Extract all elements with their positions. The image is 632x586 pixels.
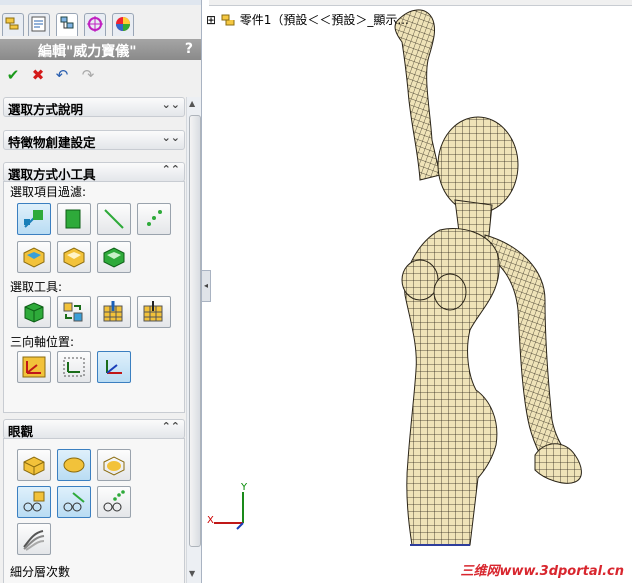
reference-triad [214,492,244,530]
section-selection-help-label: 選取方式說明 [8,102,84,117]
grid-down-arrow-icon [103,301,123,322]
section-display[interactable]: 眼觀 ⌃⌃ [3,419,185,439]
mesh-model-figure[interactable] [209,0,632,583]
triad-bounding-button[interactable] [57,351,91,383]
selection-filter-label: 選取項目過濾: [10,185,87,199]
tab-configuration-manager[interactable] [56,13,78,36]
feature-tree-icon [5,17,19,30]
section-feature-creation[interactable]: 特徵物創建設定 ⌄⌄ [3,130,185,150]
display-layers-button[interactable] [17,523,51,555]
solid-icon [63,247,85,268]
head [437,116,519,214]
display-box-smooth-mode-button[interactable] [97,449,131,481]
grow-selection-tool-button[interactable] [57,296,91,328]
face-icon [65,209,81,229]
feature-tree-entry[interactable]: ⊞ 零件1（預設＜＜預設＞_顯示... [206,11,409,28]
double-chevron-up-icon[interactable]: ⌃⌃ [162,420,180,433]
filter-body-button[interactable] [17,241,51,273]
glasses-vertex-icon [103,490,125,512]
section-feature-creation-label: 特徵物創建設定 [8,135,96,150]
layered-surface-icon [23,530,45,551]
smooth-blob-icon [63,457,85,473]
green-cube-icon [24,302,44,323]
vertex-edge-icon [24,210,43,228]
cancel-x-icon[interactable]: ✖ [29,66,47,84]
grid-arrows-icon [63,302,83,322]
graphics-viewport[interactable] [209,0,632,583]
display-box-mode-button[interactable] [17,449,51,481]
subdivision-level-label: 細分層次數 [10,565,71,579]
section-selection-help[interactable]: 選取方式說明 ⌄⌄ [3,97,185,117]
double-chevron-up-icon[interactable]: ⌃⌃ [162,163,180,176]
display-show-vertices-button[interactable] [17,486,51,518]
color-wheel-icon [116,17,130,31]
body-face-icon [23,247,45,268]
chest-left [401,259,439,301]
triad-box-icon [63,357,85,377]
triad-axes-icon [106,360,122,374]
collapse-arrow-icon: ◂ [203,281,208,290]
display-show-points-button[interactable] [97,486,131,518]
grid-up-arrow-icon [143,301,163,322]
glasses-edge-icon [63,492,85,512]
vertex-icon [147,210,162,226]
tab-property-manager[interactable] [28,13,50,36]
tab-feature-manager[interactable] [2,13,24,36]
double-chevron-down-icon[interactable]: ⌄⌄ [162,131,180,144]
scrollbar-thumb[interactable] [189,115,201,547]
tree-expand-icon[interactable]: ⊞ [206,13,216,27]
filter-solid-button[interactable] [57,241,91,273]
yellow-box-icon [23,456,45,476]
triad-origin-button[interactable] [97,351,131,383]
edge-icon [104,209,124,229]
part-icon [221,14,235,26]
chest-right [433,273,467,311]
box-blob-icon [103,456,125,476]
filter-vertex-edge-button[interactable] [17,203,51,235]
filter-face-button[interactable] [57,203,91,235]
double-chevron-down-icon[interactable]: ⌄⌄ [162,98,180,111]
action-row: ✔ ✖ ↶ ↷ [0,62,201,88]
section-selection-tools[interactable]: 選取方式小工具 ⌃⌃ [3,162,185,182]
tab-display-manager[interactable] [112,13,134,36]
tree-item-label: 零件1（預設＜＜預設＞_顯示... [239,13,409,27]
help-button[interactable]: ? [185,41,193,57]
selection-tool-label: 選取工具: [10,280,63,294]
manager-tabs [0,5,201,37]
scroll-up-arrow-icon[interactable]: ▲ [189,99,195,108]
triad-position-label: 三向軸位置: [10,335,75,349]
crosshair-icon [87,16,103,32]
undo-icon[interactable]: ↶ [53,66,71,84]
select-ring-tool-button[interactable] [137,296,171,328]
redo-icon[interactable]: ↷ [79,66,97,84]
display-show-edges-button[interactable] [57,486,91,518]
triad-yellow-icon [22,356,46,378]
feature-title: 編輯"威力寶儀" [38,44,137,60]
configuration-icon [60,16,74,29]
ok-check-icon[interactable]: ✔ [4,66,22,84]
property-manager: 編輯"威力寶儀" ? ✔ ✖ ↶ ↷ 選取方式說明 ⌄⌄ 特徵物創建設定 ⌄⌄ … [0,0,202,583]
triad-center-button[interactable] [17,351,51,383]
hand [534,443,582,484]
select-body-tool-button[interactable] [17,296,51,328]
filter-surface-button[interactable] [97,241,131,273]
filter-vertex-button[interactable] [137,203,171,235]
filter-edge-button[interactable] [97,203,131,235]
surface-icon [103,247,125,268]
glasses-face-icon [23,491,45,512]
display-smooth-mode-button[interactable] [57,449,91,481]
selection-tools-body: 選取項目過濾: 選取工具: 三向軸位置: [3,181,185,413]
select-loop-tool-button[interactable] [97,296,131,328]
panel-scrollbar[interactable]: ▲ ▼ [186,97,201,583]
property-icon [31,16,46,32]
scroll-down-arrow-icon[interactable]: ▼ [189,569,195,578]
feature-title-bar: 編輯"威力寶儀" ? [0,39,201,60]
display-body: 細分層次數 [3,438,185,583]
watermark: 三维网www.3dportal.cn [460,564,624,579]
tab-dimxpert[interactable] [84,13,106,36]
raised-arm [394,9,441,181]
triad-x-label: X [207,515,214,526]
triad-y-label: Y [241,482,248,493]
